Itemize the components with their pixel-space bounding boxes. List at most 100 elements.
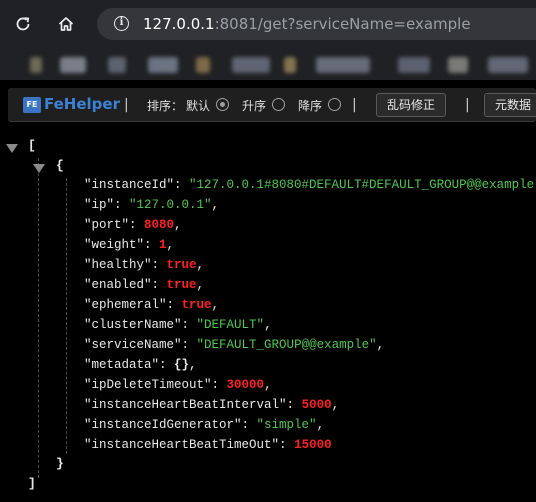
home-icon	[58, 17, 74, 31]
home-button[interactable]	[53, 11, 79, 37]
json-colon: :	[159, 358, 175, 372]
object-open-brace: {	[56, 158, 64, 173]
json-value: 15000	[294, 438, 332, 452]
json-comma: ,	[211, 298, 220, 312]
json-colon: :	[181, 338, 197, 352]
sort-desc-label[interactable]: 降序	[298, 97, 322, 114]
blurred-bookmark	[60, 57, 86, 73]
blurred-bookmark	[398, 57, 430, 73]
json-comma: ,	[174, 218, 182, 232]
json-value: {}	[174, 358, 190, 372]
fehelper-toolbar: FE FeHelper | 排序： 默认 升序 降序 | 乱码修正 | 元数据	[0, 80, 536, 130]
json-comma: ,	[196, 278, 205, 292]
json-value: 5000	[301, 398, 332, 412]
json-value: true	[181, 298, 212, 312]
blurred-bookmark	[148, 57, 178, 73]
site-info-icon[interactable]: i	[114, 16, 129, 31]
json-field-row: "serviceName": "DEFAULT_GROUP@@example",	[84, 336, 384, 354]
array-open-bracket: [	[28, 138, 36, 153]
blurred-bookmark	[284, 57, 296, 73]
bookmarks-bar-blurred	[0, 50, 536, 80]
json-field-row: "ipDeleteTimeout": 30000,	[84, 376, 272, 394]
json-key: "ip"	[84, 198, 115, 212]
indent-guide	[38, 158, 39, 478]
json-viewer: [ { "instanceId": "127.0.0.1#8080#DEFAUL…	[0, 130, 536, 502]
json-field-row: "healthy": true,	[84, 256, 204, 274]
json-colon: :	[151, 258, 167, 272]
json-value: true	[166, 278, 197, 292]
toolbar-separator: |	[352, 97, 357, 113]
json-comma: ,	[331, 398, 340, 412]
collapse-object-icon[interactable]	[33, 164, 45, 173]
json-key: "instanceIdGenerator"	[84, 418, 242, 432]
json-field-row: "ephemeral": true,	[84, 296, 219, 314]
json-colon: :	[129, 218, 145, 232]
json-value: true	[166, 258, 197, 272]
blurred-bookmark	[488, 57, 528, 73]
json-value: "127.0.0.1#8080#DEFAULT#DEFAULT_GROUP@@e…	[189, 178, 536, 192]
json-field-row: "weight": 1,	[84, 236, 174, 254]
json-key: "instanceId"	[84, 178, 175, 192]
json-comma: ,	[166, 238, 175, 252]
address-bar[interactable]: i 127.0.0.1:8081/get?serviceName=example	[97, 8, 536, 40]
json-comma: ,	[264, 318, 272, 332]
array-close-bracket: ]	[28, 476, 36, 491]
json-field-row: "instanceId": "127.0.0.1#8080#DEFAULT#DE…	[84, 176, 536, 194]
json-value: 8080	[144, 218, 175, 232]
toolbar-separator: |	[124, 97, 129, 113]
json-value: 1	[159, 238, 167, 252]
blurred-bookmark	[232, 57, 270, 73]
json-key: "clusterName"	[84, 318, 182, 332]
blurred-bookmark	[108, 57, 126, 73]
json-colon: :	[211, 378, 227, 392]
reload-icon	[16, 17, 30, 31]
json-comma: ,	[264, 378, 272, 392]
json-comma: ,	[316, 418, 325, 432]
json-key: "healthy"	[84, 258, 152, 272]
json-field-row: "enabled": true,	[84, 276, 204, 294]
url-host: 127.0.0.1	[143, 15, 215, 33]
sort-asc-label[interactable]: 升序	[242, 97, 266, 114]
object-close-brace: }	[56, 456, 64, 471]
json-value: "DEFAULT_GROUP@@example"	[196, 338, 377, 352]
json-colon: :	[144, 238, 160, 252]
fix-encoding-button[interactable]: 乱码修正	[376, 93, 446, 117]
json-key: "serviceName"	[84, 338, 182, 352]
json-field-row: "clusterName": "DEFAULT",	[84, 316, 272, 334]
sort-default-label[interactable]: 默认	[186, 97, 210, 114]
json-key: "port"	[84, 218, 130, 232]
json-colon: :	[279, 438, 295, 452]
fehelper-logo-text[interactable]: FeHelper	[44, 95, 120, 113]
json-key: "weight"	[84, 238, 145, 252]
json-colon: :	[181, 318, 197, 332]
json-value: 30000	[226, 378, 265, 392]
json-value: "127.0.0.1"	[129, 198, 212, 212]
browser-top-bar: i 127.0.0.1:8081/get?serviceName=example	[0, 0, 536, 50]
json-comma: ,	[211, 198, 220, 212]
json-colon: :	[286, 398, 302, 412]
json-value: "simple"	[256, 418, 317, 432]
metadata-button[interactable]: 元数据	[484, 93, 536, 117]
json-colon: :	[241, 418, 257, 432]
json-key: "ephemeral"	[84, 298, 167, 312]
json-comma: ,	[376, 338, 385, 352]
json-key: "instanceHeartBeatInterval"	[84, 398, 287, 412]
sort-desc-radio[interactable]	[328, 98, 341, 111]
sort-label: 排序：	[147, 99, 184, 113]
json-key: "instanceHeartBeatTimeOut"	[84, 438, 280, 452]
collapse-array-icon[interactable]	[6, 144, 18, 153]
reload-button[interactable]	[10, 11, 36, 37]
fehelper-logo-icon: FE	[23, 97, 41, 113]
json-key: "ipDeleteTimeout"	[84, 378, 212, 392]
json-value: "DEFAULT"	[196, 318, 265, 332]
sort-asc-radio[interactable]	[272, 98, 285, 111]
json-colon: :	[174, 178, 190, 192]
toolbar-separator: |	[465, 97, 470, 113]
url-text[interactable]: 127.0.0.1:8081/get?serviceName=example	[143, 15, 471, 33]
json-key: "metadata"	[84, 358, 160, 372]
json-field-row: "port": 8080,	[84, 216, 182, 234]
json-key: "enabled"	[84, 278, 152, 292]
json-field-row: "instanceIdGenerator": "simple",	[84, 416, 324, 434]
sort-default-radio[interactable]	[216, 98, 229, 111]
fehelper-toolbar-panel: FE FeHelper | 排序： 默认 升序 降序 | 乱码修正 | 元数据	[8, 88, 536, 122]
